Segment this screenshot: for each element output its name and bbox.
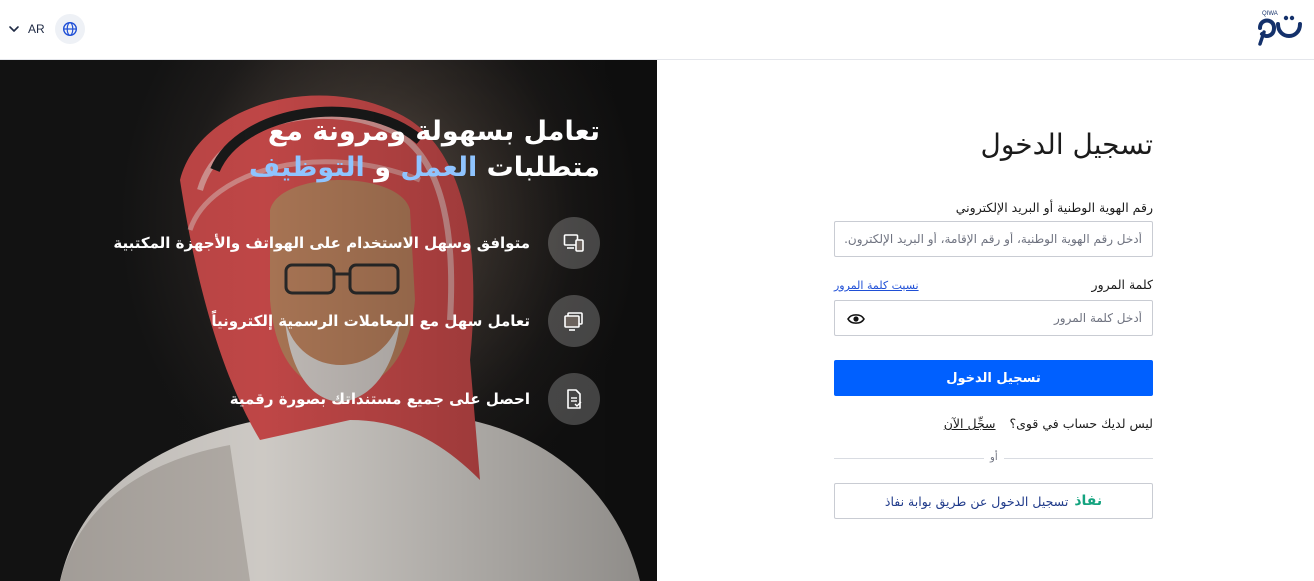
id-input[interactable] xyxy=(835,222,1152,256)
nafath-login-label: تسجيل الدخول عن طريق بوابة نفاذ xyxy=(884,493,1069,509)
monitor-icon xyxy=(548,295,600,347)
eye-icon[interactable] xyxy=(847,311,865,327)
nafath-logo: نفاذ xyxy=(1074,493,1103,509)
chevron-down-icon[interactable] xyxy=(6,21,22,37)
devices-icon xyxy=(548,217,600,269)
hero-title-accent-employment: التوظيف xyxy=(248,152,365,183)
id-field[interactable] xyxy=(834,221,1153,257)
hero-title: تعامل بسهولة ومرونة مع متطلبات العمل و ا… xyxy=(80,114,600,186)
feature-text-transactions: تعامل سهل مع المعاملات الرسمية إلكترونيا… xyxy=(211,312,530,330)
page-title: تسجيل الدخول xyxy=(980,128,1153,161)
feature-item-devices: متوافق وسهل الاستخدام على الهواتف والأجه… xyxy=(80,217,600,269)
hero-title-and: و xyxy=(374,152,391,183)
logo-text: QIWA xyxy=(1262,11,1278,17)
id-label: رقم الهوية الوطنية أو البريد الإلكتروني xyxy=(955,200,1153,215)
password-input[interactable] xyxy=(835,301,1152,335)
forgot-password-link[interactable]: نسيت كلمة المرور xyxy=(834,279,919,292)
language-switcher[interactable]: AR xyxy=(6,13,85,45)
hero-title-line1: تعامل بسهولة ومرونة مع xyxy=(267,116,600,147)
hero-panel: تعامل بسهولة ومرونة مع متطلبات العمل و ا… xyxy=(0,60,657,581)
globe-icon[interactable] xyxy=(54,14,85,44)
hero-title-prefix: متطلبات xyxy=(486,152,600,183)
hero-title-accent-work: العمل xyxy=(400,152,478,183)
nafath-login-button[interactable]: نفاذ تسجيل الدخول عن طريق بوابة نفاذ xyxy=(834,483,1153,519)
top-header: AR QIWA xyxy=(0,0,1314,60)
feature-item-transactions: تعامل سهل مع المعاملات الرسمية إلكترونيا… xyxy=(80,295,600,347)
feature-text-documents: احصل على جميع مستنداتك بصورة رقمية xyxy=(229,390,530,408)
document-icon xyxy=(548,373,600,425)
login-button[interactable]: تسجيل الدخول xyxy=(834,360,1153,396)
password-label: كلمة المرور xyxy=(1091,277,1153,292)
feature-text-devices: متوافق وسهل الاستخدام على الهواتف والأجه… xyxy=(113,234,530,252)
or-separator: أو xyxy=(984,452,1004,463)
feature-item-documents: احصل على جميع مستنداتك بصورة رقمية xyxy=(80,373,600,425)
hero-title-line2: متطلبات العمل و التوظيف xyxy=(80,150,600,186)
language-code[interactable]: AR xyxy=(28,22,45,36)
signup-prompt: ليس لديك حساب في قوى؟ سجِّل الآن xyxy=(944,416,1153,431)
qiwa-logo[interactable]: QIWA xyxy=(1256,6,1306,48)
register-link[interactable]: سجِّل الآن xyxy=(944,416,996,431)
password-field[interactable] xyxy=(834,300,1153,336)
no-account-text: ليس لديك حساب في قوى؟ xyxy=(1009,416,1154,431)
